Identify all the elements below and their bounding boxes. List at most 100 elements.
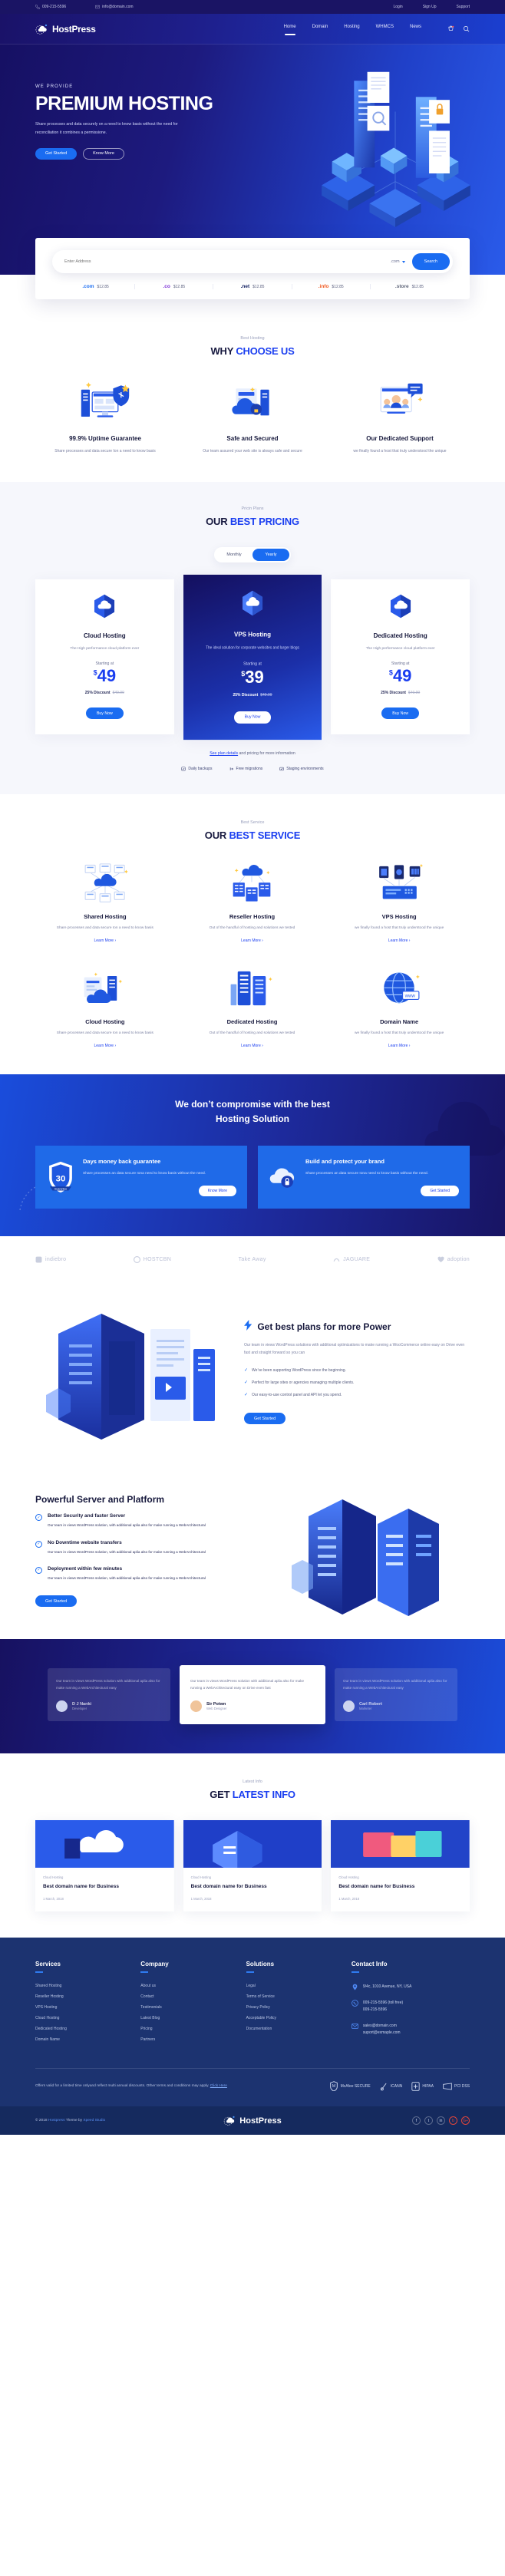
location-pin-icon — [352, 1984, 358, 1991]
hero-get-started-button[interactable]: Get Started — [35, 147, 78, 160]
pricing-section: Pricin Plans OUR BEST PRICING Monthly Ye… — [0, 481, 505, 795]
footer-link[interactable]: Partners — [140, 2037, 235, 2042]
cta-card-desc: Share processes an data secure Iona need… — [83, 1172, 206, 1176]
tld-select[interactable]: .com — [391, 259, 405, 264]
toggle-monthly[interactable]: Monthly — [216, 549, 252, 561]
footer-link[interactable]: Legal — [246, 1984, 341, 1988]
login-link[interactable]: Login — [393, 5, 402, 9]
footer-link[interactable]: Shared Hosting — [35, 1984, 130, 1988]
service-learn-more-link[interactable]: Learn More › — [183, 938, 322, 943]
cta-card-button[interactable]: Get Started — [421, 1185, 459, 1196]
testimonial-role: Marketer — [359, 1707, 372, 1711]
toggle-yearly[interactable]: Yearly — [252, 548, 289, 561]
plan-name: Cloud Hosting — [84, 632, 126, 639]
tld-item[interactable]: .net $12.85 — [213, 284, 292, 289]
platform-get-started-button[interactable]: Get Started — [35, 1595, 78, 1608]
hero-know-more-button[interactable]: Know More — [83, 147, 124, 160]
social-linkedin-icon[interactable]: in — [437, 2116, 445, 2126]
tld-item[interactable]: .store $12.85 — [371, 284, 448, 289]
footer-link[interactable]: VPS Hosting — [35, 2005, 130, 2010]
plan-price: $49 — [43, 667, 167, 684]
social-twitter-icon[interactable]: t — [424, 2116, 433, 2126]
blog-thumbnail — [183, 1820, 322, 1876]
service-card-vps-hosting: VPS Hosting we finally found a host that… — [329, 861, 469, 943]
service-learn-more-link[interactable]: Learn More › — [183, 1044, 322, 1048]
see-plan-details-link[interactable]: See plan details — [210, 751, 238, 756]
domain-search-input[interactable] — [64, 259, 391, 264]
plan-discount-text: 25% Discount — [84, 690, 111, 695]
plan-buy-button[interactable]: Buy Now — [381, 707, 420, 720]
footer-link[interactable]: Pricing — [140, 2027, 235, 2031]
footer-link[interactable]: Contact — [140, 1994, 235, 1999]
service-learn-more-link[interactable]: Learn More › — [329, 938, 469, 943]
social-facebook-icon[interactable]: f — [412, 2116, 421, 2126]
topbar-email[interactable]: info@domain.com — [95, 5, 134, 9]
plan-buy-button[interactable]: Buy Now — [233, 711, 272, 723]
testimonials-section: Our team in views WordPress solution wit… — [0, 1638, 505, 1754]
billing-period-toggle[interactable]: Monthly Yearly — [214, 546, 291, 562]
avatar — [56, 1700, 68, 1713]
platform-feature: ✓ Better Security and faster Server Our … — [35, 1513, 261, 1529]
topbar-phone[interactable]: 009-215-5596 — [35, 5, 66, 9]
power-get-started-button[interactable]: Get Started — [244, 1413, 286, 1425]
domain-search-button[interactable]: Search — [411, 253, 450, 270]
blog-card[interactable]: Cloud Hosting Best domain name for Busin… — [183, 1820, 322, 1912]
tld-item[interactable]: .com $12.85 — [57, 284, 136, 289]
footer-terms-link[interactable]: Click Here — [210, 2084, 227, 2088]
footer-link[interactable]: About us — [140, 1984, 235, 1988]
social-googleplus-icon[interactable]: G+ — [461, 2116, 470, 2126]
envelope-icon — [95, 5, 100, 9]
nav-item-news[interactable]: News — [410, 25, 421, 34]
nav-item-hosting[interactable]: Hosting — [344, 25, 359, 34]
search-icon[interactable] — [463, 25, 470, 32]
support-team-icon — [330, 377, 470, 424]
footer-brand[interactable]: HostPress — [223, 2115, 282, 2126]
cart-icon[interactable] — [447, 25, 454, 32]
social-behance-icon[interactable]: b — [449, 2116, 457, 2126]
plan-discount: 25% Discount $49.99 — [338, 691, 462, 695]
client-logo-jaguare: JAGUARE — [333, 1256, 370, 1263]
service-desc: we finally found a host that truly under… — [355, 1031, 444, 1036]
footer-link[interactable]: Privacy Policy — [246, 2005, 341, 2010]
service-learn-more-link[interactable]: Learn More › — [35, 1044, 175, 1048]
blog-card[interactable]: Cloud Hosting Best domain name for Busin… — [35, 1820, 174, 1912]
title-part-a: OUR — [206, 515, 230, 527]
check-icon: ✓ — [244, 1380, 249, 1385]
footer-link[interactable]: Reseller Hosting — [35, 1994, 130, 1999]
footer-column-services: Services Shared Hosting Reseller Hosting… — [35, 1961, 130, 2048]
client-logo-hostcbn: HOSTCBN — [133, 1255, 171, 1263]
cta-card-button[interactable]: Know More — [198, 1185, 236, 1196]
tld-item[interactable]: .co $12.85 — [135, 284, 214, 289]
footer-link[interactable]: Latest Blog — [140, 2016, 235, 2020]
tld-select-value: .com — [390, 259, 400, 264]
footer-column-contact: Contact Info 9/4c, 1010 Avenue, NY, USA … — [351, 1961, 470, 2048]
nav-item-whmcs[interactable]: WHMCS — [376, 25, 394, 34]
nav-item-home[interactable]: Home — [284, 25, 296, 34]
service-learn-more-link[interactable]: Learn More › — [329, 1044, 469, 1048]
footer-link[interactable]: Cloud Hosting — [35, 2016, 130, 2020]
tld-name: .com — [82, 284, 94, 289]
tld-item[interactable]: .info $12.85 — [292, 284, 371, 289]
blog-date: 1 March, 2018 — [190, 1897, 212, 1901]
section-title: GET LATEST INFO — [35, 1789, 470, 1800]
platform-feature-desc: Our team in views WordPress solution, wi… — [48, 1549, 206, 1554]
footer-address: 9/4c, 1010 Avenue, NY, USA — [352, 1984, 470, 1991]
why-choose-us-section: Best Hosting WHY CHOOSE US 99.9% Uptime … — [0, 299, 505, 482]
service-learn-more-link[interactable]: Learn More › — [35, 938, 175, 943]
footer-link[interactable]: Dedicated Hosting — [35, 2027, 130, 2031]
signup-link[interactable]: Sign Up — [423, 5, 437, 9]
page-root: 009-215-5596 info@domain.com Login Sign … — [0, 0, 505, 2136]
brand-logo-link[interactable]: HostPress — [35, 23, 96, 35]
nav-item-domain[interactable]: Domain — [312, 25, 328, 34]
footer-title-underline — [35, 1971, 43, 1974]
footer-link[interactable]: Testimonials — [140, 2005, 235, 2010]
cta-title-line1: We don’t compromise with the best — [175, 1099, 330, 1110]
blog-card[interactable]: Cloud Hosting Best domain name for Busin… — [331, 1820, 470, 1912]
footer-link[interactable]: Domain Name — [35, 2037, 130, 2042]
footer-link[interactable]: Documentation — [246, 2027, 341, 2031]
dedicated-hosting-icon — [183, 966, 322, 1009]
footer-link[interactable]: Acceptable Policy — [246, 2016, 341, 2020]
support-link[interactable]: Support — [456, 5, 470, 9]
plan-buy-button[interactable]: Buy Now — [85, 707, 124, 720]
footer-link[interactable]: Terms of Service — [246, 1994, 341, 1999]
